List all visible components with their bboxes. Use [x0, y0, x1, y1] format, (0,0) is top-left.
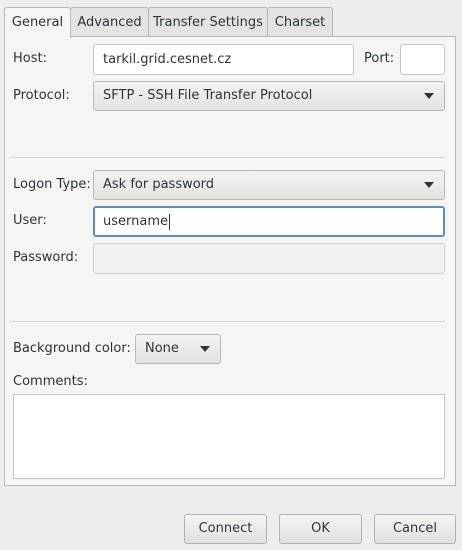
port-input[interactable]	[400, 44, 445, 75]
chevron-down-icon	[424, 93, 434, 99]
tab-advanced[interactable]: Advanced	[70, 7, 149, 37]
comments-textarea[interactable]	[13, 394, 445, 479]
user-label: User:	[13, 213, 47, 228]
tab-transfer-settings[interactable]: Transfer Settings	[148, 7, 268, 37]
text-cursor	[169, 213, 170, 230]
protocol-label: Protocol:	[13, 88, 70, 103]
separator	[9, 157, 445, 158]
chevron-down-icon	[200, 346, 210, 352]
logon-type-select[interactable]: Ask for password	[93, 170, 445, 200]
password-input[interactable]	[93, 243, 445, 274]
ok-button[interactable]: OK	[279, 514, 362, 544]
protocol-select-value: SFTP - SSH File Transfer Protocol	[103, 88, 313, 103]
connect-button[interactable]: Connect	[184, 514, 267, 544]
logon-type-label: Logon Type:	[13, 177, 91, 192]
user-input-value: username	[103, 214, 168, 229]
user-input[interactable]: username	[93, 206, 445, 237]
comments-label: Comments:	[13, 374, 88, 389]
general-tab-panel: Host: tarkil.grid.cesnet.cz Port: Protoc…	[4, 36, 456, 486]
host-input[interactable]: tarkil.grid.cesnet.cz	[93, 44, 354, 75]
background-color-select[interactable]: None	[135, 334, 221, 364]
protocol-select[interactable]: SFTP - SSH File Transfer Protocol	[93, 81, 445, 111]
password-label: Password:	[13, 250, 79, 265]
cancel-button[interactable]: Cancel	[374, 514, 456, 544]
chevron-down-icon	[424, 182, 434, 188]
tab-general[interactable]: General	[4, 7, 71, 38]
port-label: Port:	[364, 51, 395, 66]
background-color-select-value: None	[145, 341, 179, 356]
separator	[9, 321, 445, 322]
background-color-label: Background color:	[13, 341, 131, 356]
logon-type-select-value: Ask for password	[103, 177, 215, 192]
tab-charset[interactable]: Charset	[267, 7, 333, 37]
host-label: Host:	[13, 51, 47, 66]
